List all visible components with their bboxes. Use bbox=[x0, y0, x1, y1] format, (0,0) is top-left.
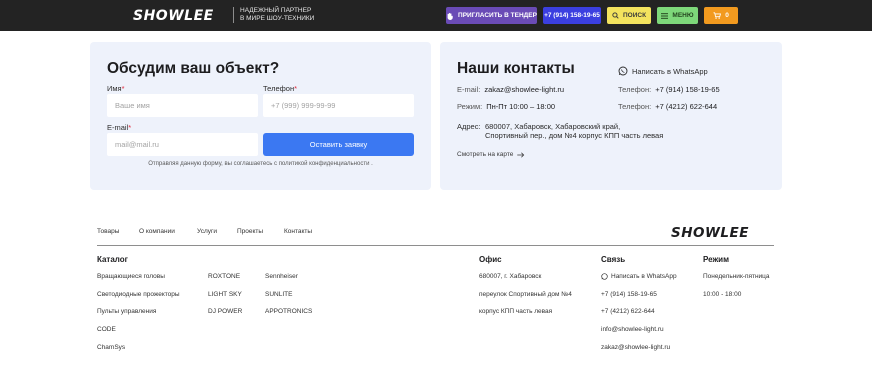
menu-label: МЕНЮ bbox=[672, 12, 694, 19]
tagline-line-2: В МИРЕ ШОУ-ТЕХНИКИ bbox=[240, 15, 315, 22]
contact-heading: Связь bbox=[601, 255, 626, 264]
name-input[interactable] bbox=[107, 94, 258, 117]
catalog-link[interactable]: Светодиодные прожекторы bbox=[97, 291, 180, 298]
contacts-title: Наши контакты bbox=[457, 60, 575, 77]
tender-label: ПРИГЛАСИТЬ В ТЕНДЕР bbox=[458, 12, 537, 19]
contacts-card: Наши контакты Написать в WhatsApp E-mail… bbox=[440, 42, 782, 190]
tagline-line-1: НАДЕЖНЫЙ ПАРТНЕР bbox=[240, 7, 312, 14]
email-label-text: E-mail bbox=[107, 123, 129, 132]
office-line: корпус КПП часть левая bbox=[479, 308, 553, 315]
address-key: Адрес: bbox=[457, 122, 481, 131]
footer-nav-projects[interactable]: Проекты bbox=[237, 228, 263, 235]
phone-1-value[interactable]: +7 (914) 158-19-65 bbox=[655, 85, 719, 94]
header-tagline: НАДЕЖНЫЙ ПАРТНЕР В МИРЕ ШОУ-ТЕХНИКИ bbox=[233, 7, 314, 23]
whatsapp-icon bbox=[601, 273, 608, 280]
hours-value: Пн-Пт 10:00 – 18:00 bbox=[486, 102, 556, 111]
request-form-card: Обсудим ваш объект? Имя* Телефон* E-mail… bbox=[90, 42, 431, 190]
schedule-days: Понедельник-пятница bbox=[703, 273, 770, 280]
footer-phone-1[interactable]: +7 (914) 158-19-65 bbox=[601, 291, 657, 298]
submit-request-button[interactable]: Оставить заявку bbox=[263, 133, 414, 156]
cart-button[interactable]: 0 bbox=[704, 7, 738, 24]
cart-count: 0 bbox=[725, 12, 729, 19]
header-phone-label: +7 (914) 158-19-65 bbox=[544, 12, 600, 19]
schedule-heading: Режим bbox=[703, 255, 729, 264]
phone-1-key: Телефон: bbox=[618, 85, 652, 94]
office-heading: Офис bbox=[479, 255, 502, 264]
header-phone-button[interactable]: +7 (914) 158-19-65 bbox=[543, 7, 601, 24]
catalog-link[interactable]: CODE bbox=[97, 326, 116, 333]
schedule-hours: 10:00 - 18:00 bbox=[703, 291, 742, 298]
office-line: 680007, г. Хабаровск bbox=[479, 273, 542, 280]
catalog-link[interactable]: Вращающиеся головы bbox=[97, 273, 165, 280]
name-label-text: Имя bbox=[107, 84, 122, 93]
address-line-2: Спортивный пер., дом №4 корпус КПП часть… bbox=[485, 131, 664, 140]
hand-icon bbox=[447, 12, 453, 20]
cart-icon bbox=[713, 12, 722, 19]
brand-link[interactable]: DJ POWER bbox=[208, 308, 242, 315]
address-line-1: 680007, Хабаровск, Хабаровский край, bbox=[485, 122, 621, 131]
brand-link[interactable]: SUNLITE bbox=[265, 291, 292, 298]
form-title: Обсудим ваш объект? bbox=[107, 60, 280, 77]
footer-logo[interactable]: SHOWLEE bbox=[671, 225, 749, 241]
footer-phone-2[interactable]: +7 (4212) 622-644 bbox=[601, 308, 655, 315]
email-key: E-mail: bbox=[457, 85, 481, 94]
menu-icon bbox=[661, 12, 669, 19]
email-label: E-mail* bbox=[107, 123, 131, 132]
brand-link[interactable]: Sennheiser bbox=[265, 273, 298, 280]
footer-whatsapp-label: Написать в WhatsApp bbox=[611, 273, 677, 280]
phone-required-mark: * bbox=[294, 84, 298, 93]
email-input[interactable] bbox=[107, 133, 258, 156]
search-button[interactable]: ПОИСК bbox=[607, 7, 651, 24]
footer-email-1[interactable]: info@showlee-light.ru bbox=[601, 326, 664, 333]
footer-nav-about[interactable]: О компании bbox=[139, 228, 175, 235]
phone-2-key: Телефон: bbox=[618, 102, 652, 111]
whatsapp-link[interactable]: Написать в WhatsApp bbox=[618, 66, 708, 76]
name-label: Имя* bbox=[107, 84, 125, 93]
email-value[interactable]: zakaz@showlee-light.ru bbox=[484, 85, 564, 94]
menu-button[interactable]: МЕНЮ bbox=[657, 7, 698, 24]
office-line: переулок Спортивный дом №4 bbox=[479, 291, 572, 298]
brand-link[interactable]: APPOTRONICS bbox=[265, 308, 312, 315]
catalog-link[interactable]: ChamSys bbox=[97, 344, 125, 351]
view-on-map-link[interactable]: Смотреть на карте bbox=[457, 151, 525, 158]
catalog-heading: Каталог bbox=[97, 255, 128, 264]
footer-nav-contacts[interactable]: Контакты bbox=[284, 228, 312, 235]
top-header: SHOWLEE НАДЕЖНЫЙ ПАРТНЕР В МИРЕ ШОУ-ТЕХН… bbox=[0, 0, 872, 31]
phone-2-value[interactable]: +7 (4212) 622-644 bbox=[655, 102, 717, 111]
whatsapp-label: Написать в WhatsApp bbox=[632, 66, 708, 76]
footer-whatsapp-link[interactable]: Написать в WhatsApp bbox=[601, 273, 677, 280]
arrow-right-icon bbox=[517, 151, 525, 158]
footer-divider bbox=[97, 245, 774, 246]
map-link-label: Смотреть на карте bbox=[457, 151, 514, 158]
footer-nav-products[interactable]: Товары bbox=[97, 228, 119, 235]
privacy-consent-text[interactable]: Отправляя данную форму, вы соглашаетесь … bbox=[90, 161, 431, 167]
invite-to-tender-button[interactable]: ПРИГЛАСИТЬ В ТЕНДЕР bbox=[446, 7, 537, 24]
contact-phone-1-row: Телефон: +7 (914) 158-19-65 bbox=[618, 85, 720, 94]
footer-email-2[interactable]: zakaz@showlee-light.ru bbox=[601, 344, 670, 351]
whatsapp-icon bbox=[618, 66, 628, 76]
phone-input[interactable] bbox=[263, 94, 414, 117]
search-icon bbox=[612, 12, 619, 19]
catalog-link[interactable]: Пульты управления bbox=[97, 308, 156, 315]
hours-key: Режим: bbox=[457, 102, 483, 111]
phone-label: Телефон* bbox=[263, 84, 297, 93]
footer-nav-services[interactable]: Услуги bbox=[197, 228, 217, 235]
contact-phone-2-row: Телефон: +7 (4212) 622-644 bbox=[618, 102, 717, 111]
header-logo[interactable]: SHOWLEE bbox=[133, 8, 214, 24]
phone-label-text: Телефон bbox=[263, 84, 295, 93]
contact-email-row: E-mail: zakaz@showlee-light.ru bbox=[457, 85, 564, 94]
brand-link[interactable]: LIGHT SKY bbox=[208, 291, 242, 298]
brand-link[interactable]: ROXTONE bbox=[208, 273, 240, 280]
email-required-mark: * bbox=[128, 123, 132, 132]
search-label: ПОИСК bbox=[622, 12, 647, 19]
name-required-mark: * bbox=[121, 84, 125, 93]
contact-hours-row: Режим: Пн-Пт 10:00 – 18:00 bbox=[457, 102, 555, 111]
